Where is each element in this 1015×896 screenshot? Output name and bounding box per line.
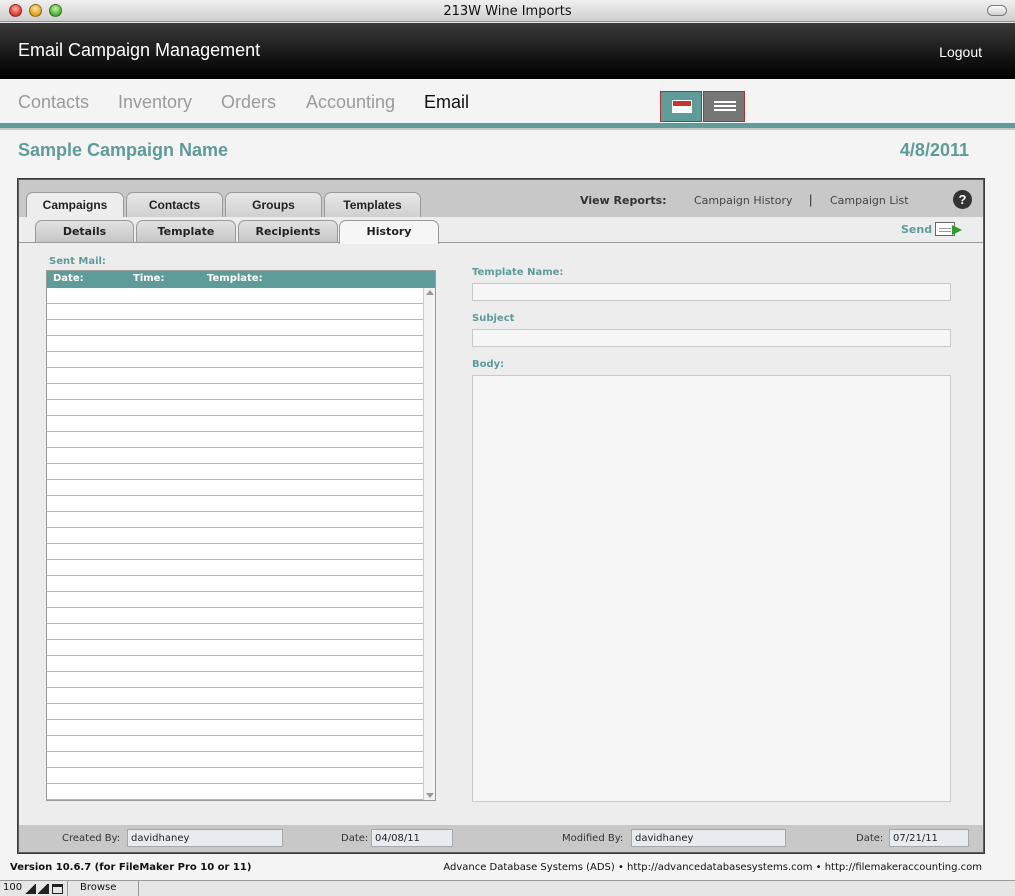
zoom-controls <box>25 884 65 894</box>
zoom-level[interactable]: 100 <box>3 882 22 893</box>
subtab-details[interactable]: Details <box>35 220 134 242</box>
template-name-field[interactable] <box>472 283 951 301</box>
main-nav: Contacts Inventory Orders Accounting Ema… <box>0 79 1015 125</box>
column-time: Time: <box>133 273 165 284</box>
campaign-name: Sample Campaign Name <box>18 140 229 160</box>
form-view-icon <box>672 100 692 113</box>
mode-indicator[interactable]: Browse <box>67 881 139 896</box>
body-label: Body: <box>472 359 505 370</box>
modified-by-field: davidhaney <box>631 829 786 847</box>
tab-campaigns[interactable]: Campaigns <box>26 192 124 219</box>
status-bar: 100 Browse <box>0 880 1015 896</box>
scroll-down-icon[interactable] <box>426 793 434 798</box>
send-email-icon[interactable] <box>935 222 963 237</box>
zoom-out-icon[interactable] <box>25 884 36 894</box>
sent-mail-rows[interactable] <box>47 288 423 800</box>
created-by-field: davidhaney <box>127 829 283 847</box>
tab-contacts[interactable]: Contacts <box>126 192 223 218</box>
campaign-date: 4/8/2011 <box>899 140 969 160</box>
subtab-recipients[interactable]: Recipients <box>238 220 338 242</box>
window-title: 213W Wine Imports <box>443 4 572 19</box>
sent-mail-table: Date: Time: Template: <box>46 270 436 801</box>
subtab-template[interactable]: Template <box>136 220 236 242</box>
column-date: Date: <box>53 273 84 284</box>
subject-field[interactable] <box>472 329 951 347</box>
version-text: Version 10.6.7 (for FileMaker Pro 10 or … <box>10 862 252 873</box>
scroll-up-icon[interactable] <box>426 290 434 295</box>
campaign-list-report-link[interactable]: Campaign List <box>830 194 909 207</box>
view-reports-label: View Reports: <box>580 194 667 207</box>
toggle-status-area-icon[interactable] <box>52 884 63 894</box>
campaign-history-report-link[interactable]: Campaign History <box>694 194 793 207</box>
template-name-label: Template Name: <box>472 267 564 278</box>
created-date-field: 04/08/11 <box>371 829 453 847</box>
subtab-history[interactable]: History <box>339 220 439 244</box>
body-field[interactable] <box>472 375 951 802</box>
tab-groups[interactable]: Groups <box>225 192 322 218</box>
window-titlebar: 213W Wine Imports <box>0 0 1015 22</box>
arrow-right-icon <box>952 225 962 235</box>
credits-text: Advance Database Systems (ADS) • http://… <box>443 862 982 873</box>
logout-link[interactable]: Logout <box>939 44 982 60</box>
app-title: Email Campaign Management <box>18 40 261 60</box>
tab-templates[interactable]: Templates <box>324 192 421 218</box>
app-header: Email Campaign Management Logout <box>0 23 1015 79</box>
sent-mail-label: Sent Mail: <box>49 256 106 267</box>
nav-item-orders[interactable]: Orders <box>221 92 276 113</box>
modified-date-field: 07/21/11 <box>889 829 969 847</box>
created-date-label: Date: <box>341 833 369 844</box>
sent-mail-header: Date: Time: Template: <box>47 271 435 288</box>
report-separator: | <box>809 192 813 207</box>
column-template: Template: <box>207 273 263 284</box>
form-view-button[interactable] <box>660 91 702 122</box>
created-by-label: Created By: <box>62 833 121 844</box>
list-view-icon <box>714 101 736 113</box>
campaign-panel: Campaigns Contacts Groups Templates View… <box>17 178 985 854</box>
sent-mail-scrollbar[interactable] <box>423 288 435 800</box>
nav-item-contacts[interactable]: Contacts <box>18 92 89 113</box>
subject-label: Subject <box>472 313 515 324</box>
record-info-bar: Created By: davidhaney Date: 04/08/11 Mo… <box>19 825 983 852</box>
zoom-in-icon[interactable] <box>38 884 49 894</box>
nav-item-inventory[interactable]: Inventory <box>118 92 192 113</box>
send-button-label[interactable]: Send <box>901 223 932 236</box>
help-icon[interactable]: ? <box>953 190 972 209</box>
modified-by-label: Modified By: <box>562 833 624 844</box>
nav-item-accounting[interactable]: Accounting <box>306 92 395 113</box>
toolbar-toggle-button[interactable] <box>987 5 1007 16</box>
list-view-button[interactable] <box>703 91 745 122</box>
sub-tab-bar: Details Template Recipients History <box>19 217 983 244</box>
panel-tab-bar: Campaigns Contacts Groups Templates View… <box>19 180 983 219</box>
nav-item-email[interactable]: Email <box>424 92 469 113</box>
modified-date-label: Date: <box>856 833 884 844</box>
